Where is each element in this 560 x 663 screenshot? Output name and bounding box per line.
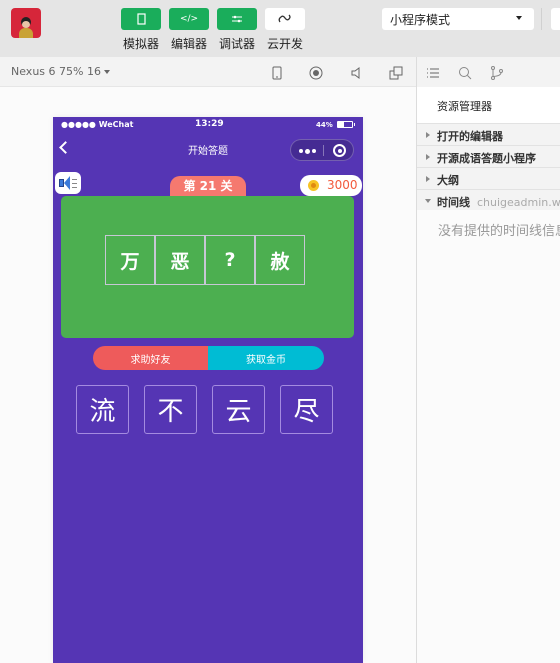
device-select[interactable]: Nexus 6 75% 16	[11, 65, 110, 78]
chevron-right-icon	[426, 176, 430, 182]
top-toolbar: 模拟器 </> 编辑器 调试器 云开发 小程序模式	[0, 0, 560, 57]
phone-simulator: ●●●●● WeChat 13:29 44% 开始答题 第 21 关 3000 …	[53, 117, 363, 663]
status-time: 13:29	[195, 119, 224, 129]
simulator-tool[interactable]: 模拟器	[121, 8, 161, 52]
speaker-icon[interactable]	[55, 172, 81, 194]
timeline-file: chuigeadmin.w	[477, 196, 560, 209]
puzzle-char: 赦	[255, 235, 305, 285]
puzzle-blank[interactable]: ?	[205, 235, 255, 285]
debugger-label: 调试器	[218, 37, 255, 51]
battery-icon	[337, 121, 355, 128]
cloud-dev-label: 云开发	[266, 37, 303, 51]
cloud-link-icon[interactable]	[265, 8, 305, 30]
choice-button[interactable]: 流	[76, 385, 129, 434]
answer-choices: 流 不 云 尽	[76, 385, 333, 434]
editor-tool[interactable]: </> 编辑器	[169, 8, 209, 52]
phone-rotate-icon[interactable]	[270, 65, 284, 80]
editor-label: 编辑器	[170, 37, 207, 51]
chevron-right-icon	[426, 154, 430, 160]
choice-button[interactable]: 不	[144, 385, 197, 434]
section-project[interactable]: 开源成语答题小程序	[417, 145, 560, 167]
level-badge: 第 21 关	[170, 176, 246, 197]
section-open-editors[interactable]: 打开的编辑器	[417, 123, 560, 145]
status-bar: ●●●●● WeChat 13:29 44%	[53, 117, 363, 134]
puzzle-char: 恶	[155, 235, 205, 285]
explorer-title: 资源管理器	[417, 87, 560, 123]
more-icon[interactable]	[299, 148, 317, 154]
chevron-down-icon	[425, 199, 431, 203]
timeline-body	[417, 210, 560, 663]
debug-icon[interactable]	[217, 8, 257, 30]
simulator-bar: Nexus 6 75% 16	[0, 57, 416, 87]
toolbar-divider	[541, 8, 542, 30]
toolbar-button-partial[interactable]	[551, 8, 560, 30]
get-coins-button[interactable]: 获取金币	[208, 346, 324, 370]
user-avatar[interactable]	[11, 8, 41, 38]
battery-percent: 44%	[316, 121, 333, 129]
source-control-icon[interactable]	[490, 65, 504, 80]
section-outline[interactable]: 大纲	[417, 167, 560, 189]
puzzle-char: 万	[105, 235, 155, 285]
debugger-tool[interactable]: 调试器	[217, 8, 257, 52]
action-buttons: 求助好友 获取金币	[93, 346, 324, 370]
chevron-down-icon	[103, 70, 110, 74]
carrier: ●●●●● WeChat	[61, 120, 134, 129]
puzzle-board: 万 恶 ? 赦	[61, 196, 354, 338]
chevron-down-icon	[516, 16, 522, 20]
list-icon[interactable]	[426, 65, 440, 79]
volume-icon[interactable]	[349, 65, 363, 79]
choice-button[interactable]: 云	[212, 385, 265, 434]
section-label: 打开的编辑器	[437, 130, 503, 143]
choice-button[interactable]: 尽	[280, 385, 333, 434]
record-icon[interactable]	[309, 65, 323, 80]
chevron-right-icon	[426, 132, 430, 138]
section-timeline[interactable]: 时间线 chuigeadmin.w	[417, 189, 560, 211]
capsule-menu	[290, 139, 354, 161]
coin-icon	[308, 180, 319, 191]
simulator-label: 模拟器	[122, 37, 159, 51]
nav-bar: 开始答题	[53, 134, 363, 166]
detach-window-icon[interactable]	[389, 65, 403, 80]
section-label: 开源成语答题小程序	[437, 152, 536, 165]
ask-friend-button[interactable]: 求助好友	[93, 346, 208, 370]
section-label: 大纲	[437, 174, 459, 187]
cloud-dev-tool[interactable]: 云开发	[265, 8, 305, 52]
section-label: 时间线	[437, 196, 470, 209]
search-icon[interactable]	[458, 65, 472, 80]
explorer-tabs	[417, 57, 560, 87]
close-miniprogram-icon[interactable]	[333, 144, 346, 157]
device-label: Nexus 6 75% 16	[11, 65, 101, 78]
coin-count: 3000	[327, 178, 358, 192]
mode-select[interactable]: 小程序模式	[382, 8, 534, 30]
mode-select-value: 小程序模式	[390, 13, 451, 27]
code-icon[interactable]: </>	[169, 8, 209, 30]
coin-balance: 3000	[300, 175, 362, 196]
phone-icon[interactable]	[121, 8, 161, 30]
timeline-empty-message: 没有提供的时间线信息	[438, 224, 560, 239]
